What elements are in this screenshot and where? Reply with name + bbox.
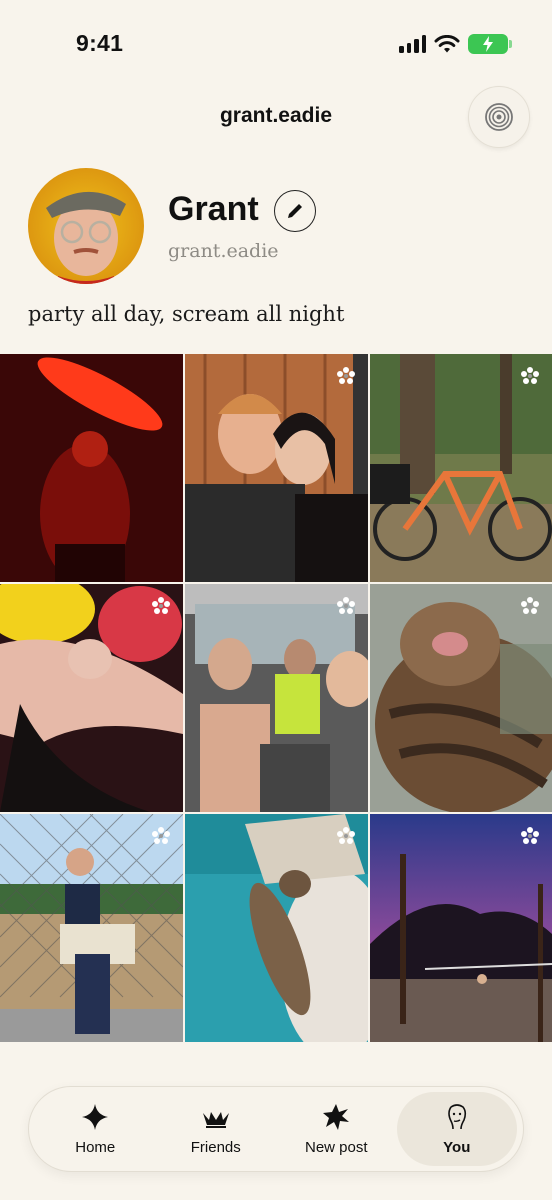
tab-home[interactable]: Home	[35, 1092, 156, 1166]
tab-label: Home	[75, 1138, 116, 1156]
avatar[interactable]	[28, 168, 144, 284]
photo-tile[interactable]	[185, 814, 368, 1042]
cellular-signal-icon	[399, 35, 426, 53]
photo-tile[interactable]	[370, 584, 552, 812]
tab-new-post[interactable]: New post	[276, 1092, 397, 1166]
friends-icon	[202, 1111, 229, 1128]
friends-only-badge-icon	[337, 597, 355, 614]
friends-only-badge-icon	[521, 597, 539, 614]
tab-label: You	[443, 1138, 471, 1156]
photo-tile[interactable]	[185, 354, 368, 582]
bio: party all day, scream all night	[28, 302, 345, 326]
friends-only-badge-icon	[152, 827, 170, 844]
photo-tile[interactable]	[0, 814, 183, 1042]
tab-friends[interactable]: Friends	[156, 1092, 277, 1166]
username: grant.eadie	[168, 240, 279, 262]
photo-tile[interactable]	[0, 354, 183, 582]
photo-tile[interactable]	[0, 584, 183, 812]
tab-label: New post	[304, 1138, 368, 1156]
edit-profile-button[interactable]	[274, 190, 316, 232]
friends-only-badge-icon	[152, 597, 170, 614]
face-icon	[447, 1103, 466, 1129]
photo-grid	[0, 354, 552, 1042]
tab-bar: Home Friends New post You	[28, 1086, 524, 1172]
pencil-icon	[288, 204, 302, 218]
photo-tile[interactable]	[370, 354, 552, 582]
wifi-icon	[434, 34, 460, 52]
settings-icon	[485, 103, 513, 131]
burst-icon	[323, 1103, 350, 1130]
photo-tile[interactable]	[370, 814, 552, 1042]
friends-only-badge-icon	[521, 367, 539, 384]
battery-icon	[468, 34, 512, 54]
status-icons	[399, 34, 512, 54]
display-name: Grant	[168, 190, 259, 228]
friends-only-badge-icon	[337, 827, 355, 844]
friends-only-badge-icon	[337, 367, 355, 384]
tab-label: Friends	[190, 1138, 241, 1156]
friends-only-badge-icon	[521, 827, 539, 844]
photo-tile[interactable]	[185, 584, 368, 812]
sparkle-icon	[82, 1103, 109, 1130]
settings-button[interactable]	[468, 86, 530, 148]
tab-you[interactable]: You	[396, 1092, 517, 1166]
status-bar: 9:41	[0, 0, 552, 88]
status-time: 9:41	[76, 30, 124, 56]
